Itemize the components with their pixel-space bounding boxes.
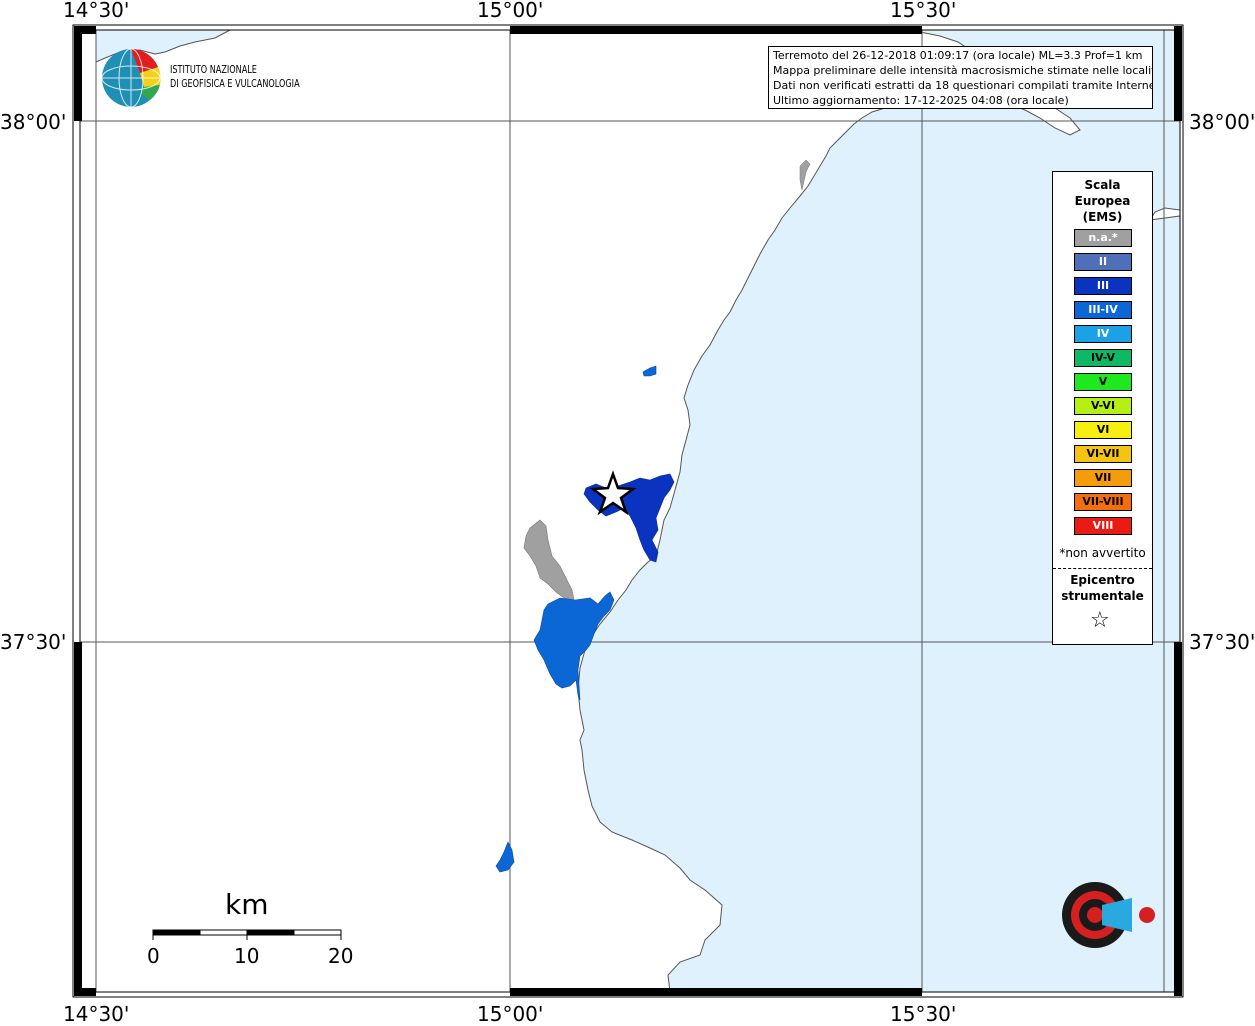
- legend-item-iv-v: IV-V: [1074, 349, 1132, 367]
- legend-divider: [1053, 568, 1152, 569]
- legend-item-vii-viii: VII-VIII: [1074, 493, 1132, 511]
- lat-label-right-1: 38°00': [1189, 110, 1255, 134]
- legend-item-v-vi: V-VI: [1074, 397, 1132, 415]
- scale-unit: km: [225, 888, 269, 921]
- lat-label-left-1: 38°00': [0, 110, 67, 134]
- legend-item-iv: IV: [1074, 325, 1132, 343]
- legend-epicenter-label: Epicentro strumentale: [1053, 572, 1152, 604]
- lon-label-top-2: 15°00': [477, 0, 544, 22]
- legend-item-v: V: [1074, 373, 1132, 391]
- legend-item-iii-iv: III-IV: [1074, 301, 1132, 319]
- event-info-line2: Mappa preliminare delle intensità macros…: [773, 64, 1153, 77]
- lon-label-bottom-2: 15°00': [477, 1002, 544, 1026]
- legend-star-icon: ☆: [1090, 608, 1110, 633]
- ingv-name-line2: DI GEOFISICA E VULCANOLOGIA: [170, 77, 300, 90]
- legend-item-vii: VII: [1074, 469, 1132, 487]
- legend-title: Scala Europea (EMS): [1053, 177, 1152, 225]
- lat-label-right-2: 37°30': [1189, 630, 1255, 654]
- legend-epicenter-line1: Epicentro: [1070, 573, 1135, 587]
- scale-label-0: 0: [147, 944, 160, 968]
- legend-title-line2: Europea: [1074, 194, 1131, 208]
- event-info-line3: Dati non verificati estratti da 18 quest…: [773, 79, 1153, 92]
- event-info-line1: Terremoto del 26-12-2018 01:09:17 (ora l…: [773, 49, 1143, 62]
- legend-item-viii: VIII: [1074, 517, 1132, 535]
- event-info-line4: Ultimo aggiornamento: 17-12-2025 04:08 (…: [773, 94, 1069, 107]
- globe-icon: [101, 48, 161, 108]
- lat-label-left-2: 37°30': [0, 630, 67, 654]
- lon-label-bottom-1: 14°30': [63, 1002, 130, 1026]
- lon-label-bottom-3: 15°30': [890, 1002, 957, 1026]
- intensity-legend: Scala Europea (EMS) n.a.* II III III-IV IV IV…: [1052, 171, 1153, 645]
- legend-title-line3: (EMS): [1082, 210, 1123, 224]
- legend-item-vi-vii: VI-VII: [1074, 445, 1132, 463]
- legend-title-line1: Scala: [1084, 178, 1121, 192]
- legend-item-vi: VI: [1074, 421, 1132, 439]
- legend-epicenter-line2: strumentale: [1061, 589, 1144, 603]
- lon-label-top-1: 14°30': [63, 0, 130, 22]
- ingv-name-line1: ISTITUTO NAZIONALE: [170, 63, 257, 76]
- event-info-box: Terremoto del 26-12-2018 01:09:17 (ora l…: [768, 46, 1153, 109]
- legend-item-ii: II: [1074, 253, 1132, 271]
- scale-label-20: 20: [328, 944, 354, 968]
- scale-label-10: 10: [234, 944, 260, 968]
- lon-label-top-3: 15°30': [890, 0, 957, 22]
- ingv-name: ISTITUTO NAZIONALE DI GEOFISICA E VULCAN…: [170, 63, 300, 91]
- legend-item-n-a: n.a.*: [1074, 229, 1132, 247]
- legend-note: *non avvertito: [1059, 546, 1146, 560]
- legend-item-iii: III: [1074, 277, 1132, 295]
